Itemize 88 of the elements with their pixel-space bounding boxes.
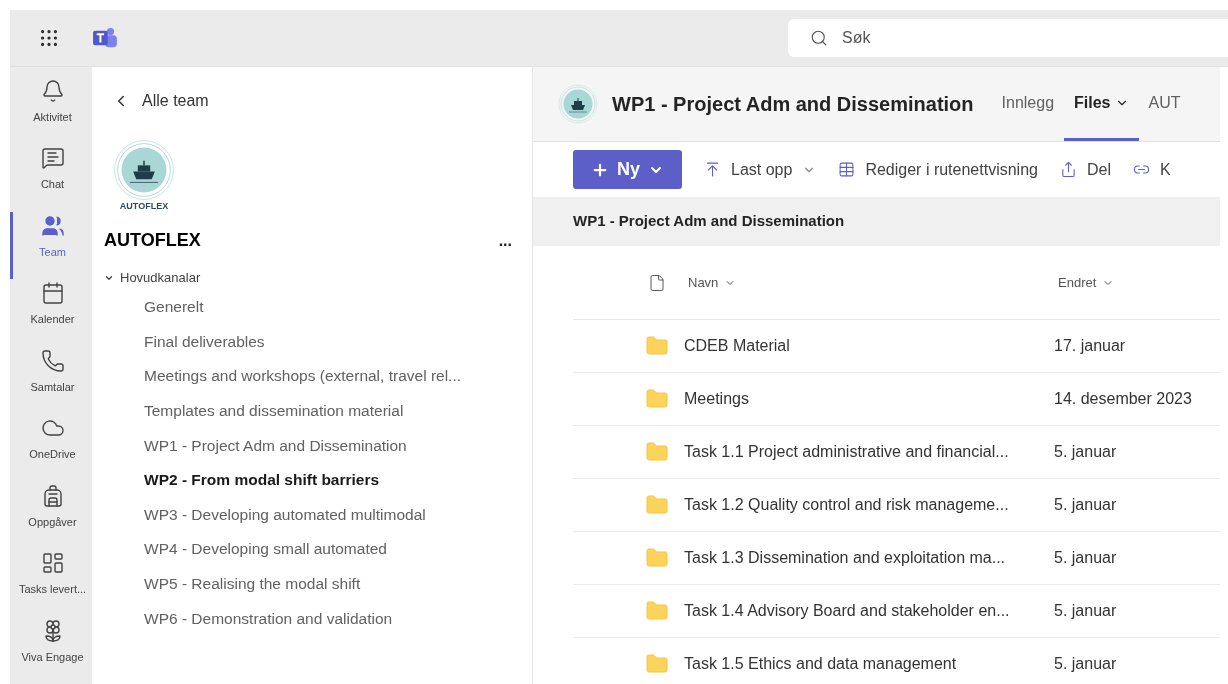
file-name: Task 1.3 Dissemination and exploitation ma... (684, 548, 1007, 568)
file-row[interactable]: Meetings 14. desember 2023 (573, 373, 1220, 426)
rail-item[interactable]: OneDrive (10, 414, 92, 482)
file-name: CDEB Material (684, 336, 791, 356)
file-row[interactable]: Task 1.4 Advisory Board and stakeholder en... 5. januar (573, 585, 1220, 638)
people-icon (40, 213, 65, 238)
file-name: Task 1.1 Project administrative and financial... (684, 442, 1010, 462)
chat-icon (40, 146, 65, 171)
teams-logo-icon[interactable] (92, 27, 118, 49)
rail-label: Kalender (30, 312, 75, 328)
channel-item[interactable]: Templates and dissemination material (104, 393, 512, 428)
rail-label: Aktivitet (33, 110, 72, 125)
file-name: Task 1.4 Advisory Board and stakeholder en... (684, 601, 1011, 621)
channel-item[interactable]: WP3 - Developing automated multimodal (104, 497, 512, 532)
rail-item[interactable]: Samtalar (10, 346, 92, 415)
modified-date: 5. januar (1054, 495, 1117, 515)
file-name: Meetings (684, 389, 750, 409)
folder-icon (645, 599, 669, 623)
logo-text: AUTOFLEX (119, 201, 169, 211)
rail-label: Viva Engage (21, 649, 84, 665)
file-row[interactable]: CDEB Material 17. januar (573, 320, 1220, 373)
modified-date: 5. januar (1054, 442, 1117, 462)
channel-title: WP1 - Project Adm and Dissemination (612, 92, 974, 117)
app-launcher-icon[interactable] (38, 27, 60, 49)
team-logo-icon (558, 84, 598, 124)
channel-item[interactable]: WP4 - Developing small automated (104, 531, 512, 567)
new-button[interactable]: Ny (573, 150, 682, 189)
channel-item[interactable]: WP5 - Realising the modal shift (104, 566, 512, 601)
folder-icon (645, 652, 669, 676)
channel-item[interactable]: WP6 - Demonstration and validation (104, 600, 512, 636)
channel-item[interactable]: Final deliverables (104, 324, 512, 359)
rail-item[interactable]: Kalender (10, 279, 92, 347)
rail-label: Samtalar (30, 379, 75, 395)
modified-date: 5. januar (1054, 654, 1117, 674)
channel-item[interactable]: WP2 - From modal shift barriers (104, 462, 512, 498)
modified-date: 5. januar (1054, 601, 1117, 621)
folder-icon (645, 546, 669, 570)
modified-date: 14. desember 2023 (1054, 389, 1192, 409)
toolbar-button[interactable]: Del (1059, 157, 1111, 182)
phone-icon (40, 348, 65, 373)
toolbar-button[interactable]: Last opp (704, 157, 817, 182)
rail-item[interactable]: Aktivitet (10, 77, 92, 145)
file-row[interactable]: Task 1.2 Quality control and risk manageme... 5. januar (573, 479, 1220, 532)
toolbar-button[interactable]: Rediger i rutenettvisning (838, 157, 1038, 182)
team-name: AUTOFLEX (104, 229, 201, 252)
upload-icon (704, 161, 721, 178)
share-icon (1059, 161, 1077, 178)
board-icon (40, 551, 65, 576)
file-row[interactable]: Task 1.1 Project administrative and financial... 5. januar (573, 426, 1220, 479)
calendar-icon (40, 281, 65, 306)
channel-item[interactable]: Meetings and workshops (external, travel rel... (104, 358, 512, 394)
rail-label: Oppgåver (28, 514, 77, 530)
rail-label: Tasks levert... (18, 582, 87, 598)
rail-label: Team (39, 244, 66, 260)
channel-group[interactable]: Hovudkanalar (104, 268, 201, 288)
modified-date: 17. januar (1054, 336, 1126, 356)
search-icon (810, 29, 828, 47)
section-title: WP1 - Project Adm and Dissemination (573, 211, 845, 232)
folder-icon (645, 440, 669, 464)
channel-item[interactable]: WP1 - Project Adm and Dissemination (104, 427, 512, 463)
rail-item[interactable]: Chat (10, 144, 92, 212)
channel-tab[interactable]: AUT (1138, 67, 1191, 141)
search-field[interactable]: Søk (788, 19, 1228, 57)
grid-icon (838, 161, 856, 178)
file-name: Task 1.5 Ethics and data management (684, 654, 958, 674)
column-header[interactable]: Navn (688, 272, 1058, 293)
channel-tab[interactable]: Files (1064, 67, 1139, 141)
file-row[interactable]: Task 1.3 Dissemination and exploitation ma... 5. januar (573, 532, 1220, 585)
folder-icon (645, 387, 669, 411)
folder-icon (645, 334, 669, 358)
channel-tab[interactable]: Innlegg (991, 67, 1065, 141)
file-type-icon (648, 273, 666, 292)
folder-icon (645, 493, 669, 517)
rail-item[interactable]: Viva Engage (10, 616, 92, 684)
channel-item[interactable]: Generelt (104, 289, 512, 325)
modified-date: 5. januar (1054, 548, 1117, 568)
search-input[interactable]: Søk (842, 26, 1142, 50)
back-link[interactable]: Alle team (112, 89, 209, 113)
bell-icon (40, 79, 65, 103)
toolbar-button[interactable]: K (1132, 157, 1171, 182)
more-button[interactable]: ... (498, 228, 512, 253)
file-name: Task 1.2 Quality control and risk manageme... (684, 495, 1010, 515)
column-header[interactable]: Endret (1058, 272, 1115, 293)
rail-label: OneDrive (29, 447, 76, 463)
rail-label: Chat (40, 177, 65, 193)
rail-item[interactable]: Oppgåver (10, 481, 92, 550)
file-row[interactable]: Task 1.5 Ethics and data management 5. januar (573, 638, 1220, 684)
rail-item[interactable]: Tasks levert... (10, 549, 92, 617)
